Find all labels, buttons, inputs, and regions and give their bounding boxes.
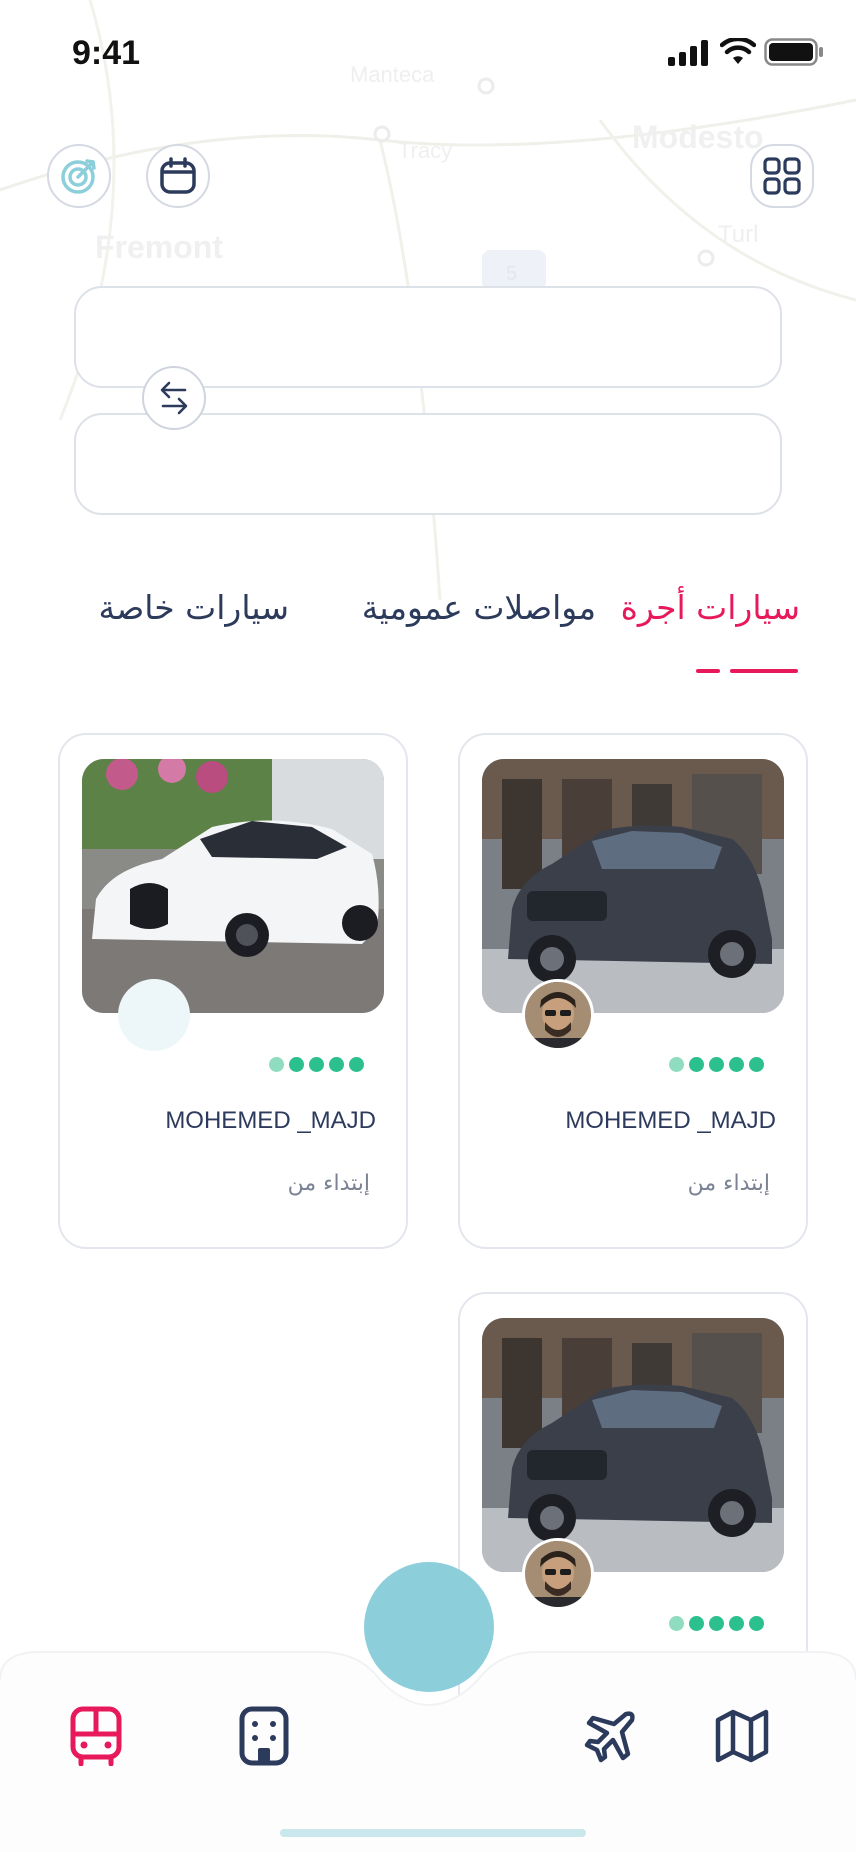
price-label: إبتداء من <box>287 1171 370 1196</box>
tab-public-transport[interactable]: مواصلات عمومية <box>362 588 596 627</box>
map-label: 5 <box>506 263 517 285</box>
transport-tabs: سيارات أجرة مواصلات عمومية سيارات خاصة <box>0 588 856 648</box>
rating-dot <box>669 1057 684 1072</box>
tab-indicator <box>730 669 798 673</box>
rating-dots <box>669 1057 764 1072</box>
driver-name: MOHEMED _MAJD <box>565 1107 776 1134</box>
location-target-icon <box>61 159 96 194</box>
rating-dot <box>669 1616 684 1631</box>
menu-button[interactable] <box>750 144 814 208</box>
bus-icon <box>70 1706 122 1766</box>
signal-icon <box>668 40 708 66</box>
swap-locations-button[interactable] <box>142 366 206 430</box>
rating-dot <box>729 1057 744 1072</box>
map-icon <box>715 1709 769 1763</box>
driver-photo <box>525 982 591 1048</box>
driver-name: MOHEMED _MAJD <box>165 1107 376 1134</box>
car-photo-volvo <box>482 759 784 1013</box>
driver-avatar <box>522 1538 594 1610</box>
grid-menu-icon <box>763 157 801 195</box>
center-action-button[interactable] <box>364 1562 494 1692</box>
driver-avatar-placeholder <box>118 979 190 1051</box>
building-icon <box>239 1706 289 1766</box>
rating-dot <box>309 1057 324 1072</box>
rating-dots <box>669 1616 764 1631</box>
car-photo-volvo <box>482 1318 784 1572</box>
battery-icon <box>764 38 823 66</box>
map-label: Fremont <box>95 229 223 265</box>
tab-private-cars[interactable]: سيارات خاصة <box>99 588 290 627</box>
map-label: Tracy <box>398 138 452 163</box>
rating-dot <box>269 1057 284 1072</box>
map-label: Turl <box>718 221 758 248</box>
status-time: 9:41 <box>72 34 141 72</box>
rating-dot <box>729 1616 744 1631</box>
tab-indicator-short <box>696 669 720 673</box>
rating-dot <box>329 1057 344 1072</box>
car-photo <box>482 1318 784 1572</box>
rating-dot <box>689 1057 704 1072</box>
ride-card[interactable]: MOHEMED _MAJD إبتداء من <box>58 733 408 1249</box>
rating-dot <box>709 1057 724 1072</box>
price-label: إبتداء من <box>687 1171 770 1196</box>
rating-dot <box>709 1616 724 1631</box>
rating-dot <box>289 1057 304 1072</box>
car-photo <box>482 759 784 1013</box>
nav-bus[interactable] <box>66 1706 126 1766</box>
rating-dots <box>269 1057 364 1072</box>
ride-card[interactable]: MOHEMED _MAJD إبتداء من <box>458 733 808 1249</box>
rating-dot <box>349 1057 364 1072</box>
driver-avatar <box>522 979 594 1051</box>
plane-icon <box>584 1711 635 1763</box>
nav-map[interactable] <box>712 1706 772 1766</box>
calendar-icon <box>160 157 196 194</box>
nav-hotels[interactable] <box>234 1706 294 1766</box>
car-photo <box>82 759 384 1013</box>
car-photo-supercar <box>82 759 384 1013</box>
tab-taxi[interactable]: سيارات أجرة <box>621 588 800 627</box>
rating-dot <box>749 1057 764 1072</box>
wifi-icon <box>720 38 756 64</box>
locate-button[interactable] <box>47 144 111 208</box>
home-indicator[interactable] <box>280 1829 586 1837</box>
swap-arrows-icon <box>160 381 188 415</box>
map-label: Modesto <box>632 119 764 155</box>
status-bar: 9:41 <box>0 0 856 110</box>
rating-dot <box>749 1616 764 1631</box>
rating-dot <box>689 1616 704 1631</box>
driver-photo <box>525 1541 591 1607</box>
calendar-button[interactable] <box>146 144 210 208</box>
nav-flights[interactable] <box>580 1706 640 1766</box>
